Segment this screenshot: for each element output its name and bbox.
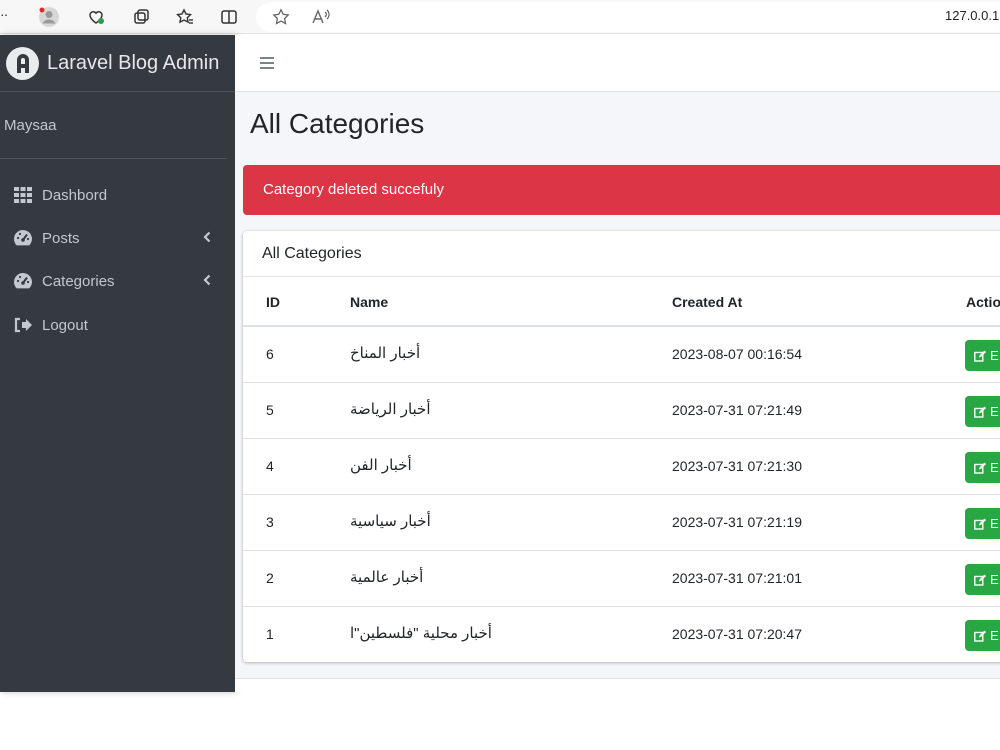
edit-icon [974, 574, 986, 586]
table-row: 3 أخبار سياسية 2023-07-31 07:21:19 E [243, 495, 1000, 551]
edit-button-label: E [990, 404, 999, 419]
sidebar-item-label: Posts [42, 230, 80, 247]
sidebar-item-categories[interactable]: Categories [0, 261, 227, 301]
menu-toggle-icon[interactable] [259, 55, 275, 71]
edit-button-label: E [990, 348, 999, 363]
sidebar: Laravel Blog Admin Maysaa Dashbord Posts [0, 35, 235, 692]
cell-id: 3 [266, 514, 274, 530]
cell-name: أخبار عالمية [350, 569, 424, 586]
column-header-name: Name [350, 294, 389, 310]
chevron-left-icon [202, 230, 212, 244]
cell-id: 4 [266, 458, 274, 474]
card-header: All Categories [243, 231, 1000, 277]
sidebar-item-logout[interactable]: Logout [0, 305, 227, 345]
cell-name: أخبار الفن [350, 457, 412, 474]
main-content: All Categories Category deleted succeful… [235, 35, 1000, 692]
user-name[interactable]: Maysaa [4, 117, 57, 134]
cell-id: 6 [266, 346, 274, 362]
chevron-left-icon [202, 273, 212, 287]
sidebar-item-dashboard[interactable]: Dashbord [0, 175, 227, 215]
split-screen-icon[interactable] [218, 6, 240, 28]
edit-icon [974, 518, 986, 530]
browser-toolbar: ·· 127.0.0.1 [0, 0, 1000, 34]
cell-created-at: 2023-07-31 07:20:47 [672, 626, 802, 642]
edit-button-label: E [990, 572, 999, 587]
edit-icon [974, 406, 986, 418]
categories-card: All Categories ID Name Created At Actio … [243, 231, 1000, 662]
cell-created-at: 2023-07-31 07:21:01 [672, 570, 802, 586]
screen: ·· 127.0.0.1 Laravel Blog Admin Maysaa D… [0, 0, 1000, 750]
cell-created-at: 2023-07-31 07:21:49 [672, 402, 802, 418]
alert-message: Category deleted succefuly [263, 181, 444, 198]
edit-button[interactable]: E [965, 396, 1000, 427]
cell-created-at: 2023-08-07 00:16:54 [672, 346, 802, 362]
sign-out-icon [13, 315, 33, 335]
edit-button[interactable]: E [965, 564, 1000, 595]
table-row: 1 أخبار محلية "فلسطين"ا 2023-07-31 07:20… [243, 607, 1000, 662]
more-icon[interactable]: ·· [0, 6, 8, 22]
table-body: 6 أخبار المناخ 2023-08-07 00:16:54 E 5 أ… [243, 327, 1000, 662]
address-bar-url[interactable]: 127.0.0.1 [945, 8, 999, 23]
top-navbar [235, 35, 1000, 92]
edit-icon [974, 350, 986, 362]
edit-icon [974, 630, 986, 642]
address-bar[interactable] [256, 2, 1000, 32]
edit-button[interactable]: E [965, 620, 1000, 651]
favorites-icon[interactable] [174, 6, 196, 28]
profile-avatar-icon[interactable] [38, 6, 60, 28]
edit-icon [974, 462, 986, 474]
edit-button-label: E [990, 460, 999, 475]
sidebar-item-label: Logout [42, 317, 88, 334]
edit-button-label: E [990, 628, 999, 643]
read-aloud-icon[interactable] [310, 6, 332, 28]
grid-icon [13, 185, 33, 205]
cell-id: 5 [266, 402, 274, 418]
card-title: All Categories [262, 245, 362, 262]
cell-created-at: 2023-07-31 07:21:30 [672, 458, 802, 474]
cell-name: أخبار محلية "فلسطين"ا [350, 625, 492, 642]
tachometer-icon [13, 271, 33, 291]
sidebar-item-label: Categories [42, 273, 115, 290]
add-favorite-star-icon[interactable] [270, 6, 292, 28]
table-row: 4 أخبار الفن 2023-07-31 07:21:30 E [243, 439, 1000, 495]
footer [235, 678, 1000, 692]
browser-essentials-icon[interactable] [85, 6, 107, 28]
table-row: 2 أخبار عالمية 2023-07-31 07:21:01 E [243, 551, 1000, 607]
edit-button[interactable]: E [965, 452, 1000, 483]
column-header-created-at: Created At [672, 294, 743, 310]
brand-logo-icon [6, 47, 39, 80]
tab-groups-icon[interactable] [130, 6, 152, 28]
edit-button[interactable]: E [965, 340, 1000, 371]
alert-danger: Category deleted succefuly [243, 165, 1000, 215]
cell-id: 2 [266, 570, 274, 586]
user-panel: Maysaa [0, 92, 227, 159]
brand-name: Laravel Blog Admin [47, 52, 220, 74]
column-header-action: Actio [966, 294, 1000, 310]
cell-id: 1 [266, 626, 274, 642]
sidebar-item-label: Dashbord [42, 187, 108, 204]
table-row: 5 أخبار الرياضة 2023-07-31 07:21:49 E [243, 383, 1000, 439]
cell-created-at: 2023-07-31 07:21:19 [672, 514, 802, 530]
sidebar-item-posts[interactable]: Posts [0, 218, 227, 258]
edit-button-label: E [990, 516, 999, 531]
cell-name: أخبار المناخ [350, 345, 421, 362]
column-header-id: ID [266, 294, 280, 310]
edit-button[interactable]: E [965, 508, 1000, 539]
cell-name: أخبار سياسية [350, 513, 431, 530]
table-row: 6 أخبار المناخ 2023-08-07 00:16:54 E [243, 327, 1000, 383]
tachometer-icon [13, 228, 33, 248]
cell-name: أخبار الرياضة [350, 401, 431, 418]
page-title: All Categories [250, 108, 425, 139]
brand-link[interactable]: Laravel Blog Admin [0, 35, 235, 92]
